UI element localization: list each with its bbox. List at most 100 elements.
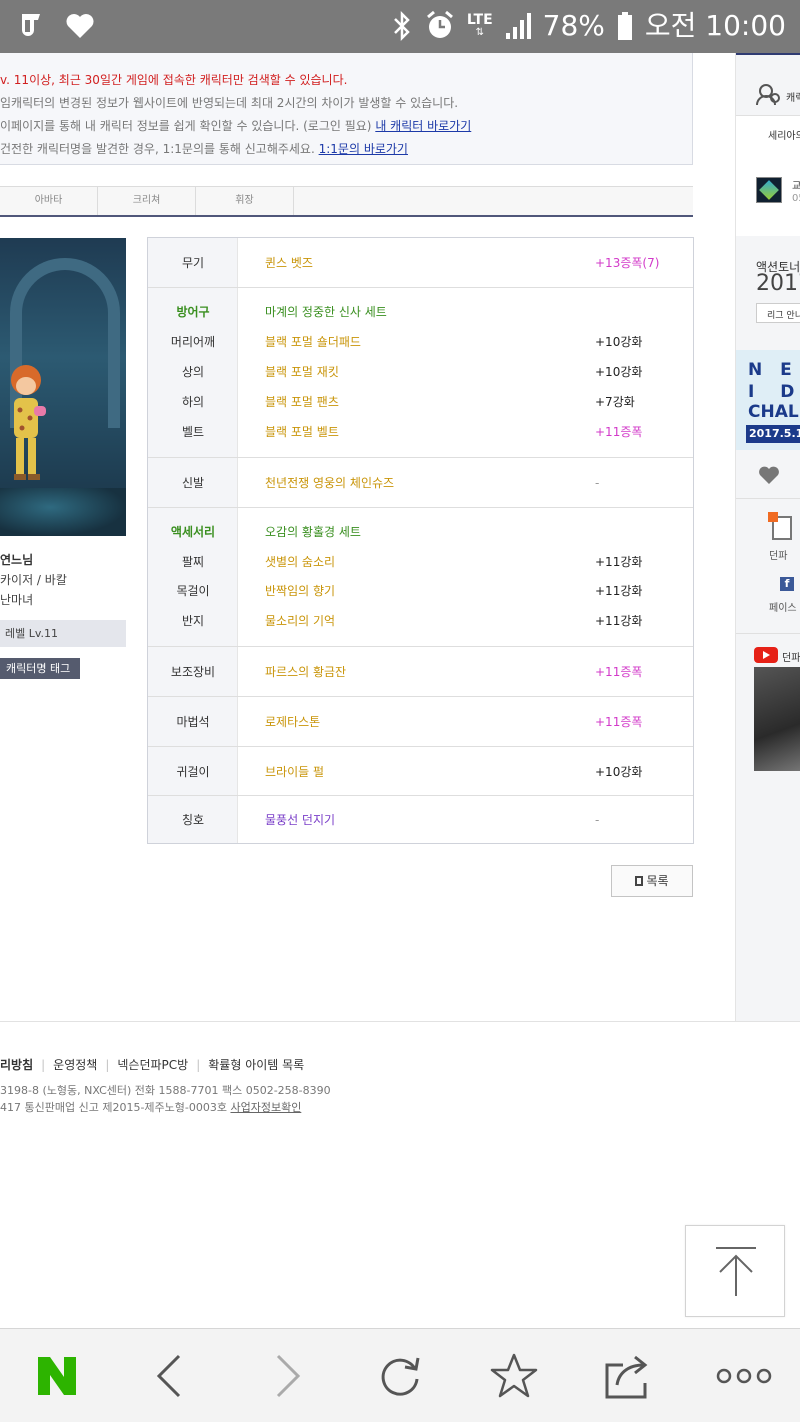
heart-badge-icon[interactable] <box>758 465 780 485</box>
equip-row: 반지 물소리의 기억 +11강화 <box>148 609 693 633</box>
youtube-icon[interactable] <box>754 647 778 663</box>
item-name[interactable]: 물소리의 기억 <box>265 609 335 633</box>
list-button[interactable]: 목록 <box>611 865 693 897</box>
refresh-icon <box>381 1357 420 1396</box>
equip-row: 신발 천년전쟁 영웅의 체인슈즈 - <box>148 471 693 495</box>
equip-row: 무기 퀸스 벳즈 +13증폭(7) <box>148 251 693 275</box>
footer: 리방침 | 운영정책 | 넥슨던파PC방 | 확률형 아이템 목록 3198-8 (노형동,… <box>0 1021 800 1328</box>
item-value: +10강화 <box>595 335 643 349</box>
forward-arrow-icon <box>276 1354 301 1398</box>
my-character-link[interactable]: 내 캐릭터 바로가기 <box>375 119 471 133</box>
more-dots-icon <box>716 1368 772 1384</box>
item-value: +10강화 <box>595 365 643 379</box>
footer-link-policy[interactable]: 운영정책 <box>53 1058 97 1072</box>
item-value: +7강화 <box>595 395 635 409</box>
character-info: 연느님 카이저 / 바칼 난마녀 레벨 Lv.11 캐릭터명 태그 <box>0 550 130 679</box>
equip-row: 하의 블랙 포멀 팬츠 +7강화 <box>148 390 693 414</box>
tab-emblem[interactable]: 휘장 <box>196 187 294 215</box>
notice-line-1: v. 11이상, 최근 30일간 게임에 접속한 캐릭터만 검색할 수 있습니다… <box>0 73 348 87</box>
equip-row: 벨트 블랙 포멀 벨트 +11증폭 <box>148 420 693 444</box>
bookmark-button[interactable] <box>489 1351 539 1401</box>
item-name[interactable]: 블랙 포멀 재킷 <box>265 360 339 384</box>
tab-avatar[interactable]: 아바타 <box>0 187 98 215</box>
footer-address: 3198-8 (노형동, NXC센터) 전화 1588-7701 팩스 0502… <box>0 1084 331 1114</box>
video-thumbnail[interactable] <box>754 667 800 771</box>
equip-row: 머리어깨 블랙 포멀 숄더패드 +10강화 <box>148 330 693 354</box>
more-button[interactable] <box>714 1351 774 1401</box>
share-icon <box>605 1355 648 1399</box>
equip-group-magic: 마법석 로제타스톤 +11증폭 <box>148 697 693 747</box>
character-level: 레벨 Lv.11 <box>0 620 126 647</box>
equip-group-weapon: 무기 퀸스 벳즈 +13증폭(7) <box>148 238 693 288</box>
tab-creature[interactable]: 크리쳐 <box>98 187 196 215</box>
equip-group-shoes: 신발 천년전쟁 영웅의 체인슈즈 - <box>148 458 693 508</box>
equip-row: 목걸이 반짝임의 향기 +11강화 <box>148 579 693 603</box>
equip-row: 보조장비 파르스의 황금잔 +11증폭 <box>148 660 693 684</box>
set-name[interactable]: 오감의 황홀경 세트 <box>265 520 361 544</box>
battery-icon <box>617 12 632 40</box>
character-guild: 난마녀 <box>0 593 34 607</box>
equipment-table: 무기 퀸스 벳즈 +13증폭(7) 방어구 마계의 정중한 신사 세트 머리어깨… <box>147 237 694 844</box>
item-name[interactable]: 블랙 포멀 숄더패드 <box>265 330 361 354</box>
character-job: 카이저 / 바칼 <box>0 573 67 587</box>
item-value: +11증폭 <box>595 715 643 729</box>
item-name[interactable]: 샛별의 숨소리 <box>265 550 335 574</box>
footer-links: 리방침 | 운영정책 | 넥슨던파PC방 | 확률형 아이템 목록 <box>0 1058 305 1072</box>
item-name[interactable]: 브라이들 펄 <box>265 760 324 784</box>
facebook-icon[interactable]: f <box>780 577 794 591</box>
character-tag-button[interactable]: 캐릭터명 태그 <box>0 658 80 679</box>
item-name[interactable]: 천년전쟁 영웅의 체인슈즈 <box>265 471 394 495</box>
star-icon <box>490 1353 538 1398</box>
item-name[interactable]: 블랙 포멀 벨트 <box>265 420 339 444</box>
equip-row: 방어구 마계의 정중한 신사 세트 <box>148 300 693 324</box>
page-content: v. 11이상, 최근 30일간 게임에 접속한 캐릭터만 검색할 수 있습니다… <box>0 53 800 1328</box>
character-sprite <box>11 365 46 480</box>
equip-row: 마법석 로제타스톤 +11증폭 <box>148 710 693 734</box>
equip-row: 귀걸이 브라이들 펄 +10강화 <box>148 760 693 784</box>
clock: 오전 10:00 <box>644 9 786 42</box>
item-name[interactable]: 퀸스 벳즈 <box>265 251 313 275</box>
character-search-icon[interactable] <box>756 83 782 107</box>
naver-logo-icon <box>38 1357 76 1395</box>
equip-group-armor: 방어구 마계의 정중한 신사 세트 머리어깨 블랙 포멀 숄더패드 +10강화 … <box>148 288 693 458</box>
browser-toolbar <box>0 1328 800 1422</box>
equip-group-accessory: 액세서리 오감의 황홀경 세트 팔찌 샛별의 숨소리 +11강화 목걸이 반짝임… <box>148 508 693 647</box>
business-info-link[interactable]: 사업자정보확인 <box>230 1101 301 1114</box>
right-sidebar: 캐릭 세리아의 교 05 액션토너 2017 리그 안니 N E X I D C… <box>735 53 800 1021</box>
character-avatar-image <box>0 238 126 536</box>
equip-group-earring: 귀걸이 브라이들 펄 +10강화 <box>148 747 693 796</box>
item-value: +11강화 <box>595 584 643 598</box>
item-name[interactable]: 파르스의 황금잔 <box>265 660 346 684</box>
item-thumbnail[interactable] <box>756 177 782 203</box>
dnf-icon[interactable] <box>768 512 792 540</box>
item-value: +13증폭(7) <box>595 256 660 270</box>
item-name[interactable]: 물풍선 던지기 <box>265 808 335 832</box>
alarm-icon <box>426 10 453 38</box>
footer-link-privacy[interactable]: 리방침 <box>0 1058 33 1072</box>
item-value: +11증폭 <box>595 425 643 439</box>
battery-percent: 78% <box>542 9 605 42</box>
scroll-to-top-button[interactable] <box>685 1225 785 1317</box>
item-value: +11강화 <box>595 614 643 628</box>
item-value: - <box>595 813 600 827</box>
item-name[interactable]: 반짝임의 향기 <box>265 579 335 603</box>
refresh-button[interactable] <box>375 1351 425 1401</box>
equip-group-sub: 보조장비 파르스의 황금잔 +11증폭 <box>148 647 693 697</box>
challenge-banner[interactable]: N E X I D CHALL 2017.5.1 <box>736 350 800 450</box>
back-button[interactable] <box>145 1351 195 1401</box>
signal-icon <box>505 13 531 39</box>
league-button[interactable]: 리그 안니 <box>756 303 800 323</box>
footer-link-pcbang[interactable]: 넥슨던파PC방 <box>117 1058 188 1072</box>
item-name[interactable]: 로제타스톤 <box>265 710 320 734</box>
share-button[interactable] <box>603 1351 653 1401</box>
equip-row: 칭호 물풍선 던지기 - <box>148 808 693 832</box>
set-name[interactable]: 마계의 정중한 신사 세트 <box>265 300 387 324</box>
back-arrow-icon <box>156 1354 181 1398</box>
inquiry-link[interactable]: 1:1문의 바로가기 <box>319 142 408 156</box>
heart-icon <box>66 14 94 38</box>
forward-button[interactable] <box>262 1351 312 1401</box>
footer-link-probability[interactable]: 확률형 아이템 목록 <box>208 1058 304 1072</box>
item-name[interactable]: 블랙 포멀 팬츠 <box>265 390 339 414</box>
naver-home-button[interactable] <box>32 1351 82 1401</box>
app-u-icon <box>20 14 40 36</box>
